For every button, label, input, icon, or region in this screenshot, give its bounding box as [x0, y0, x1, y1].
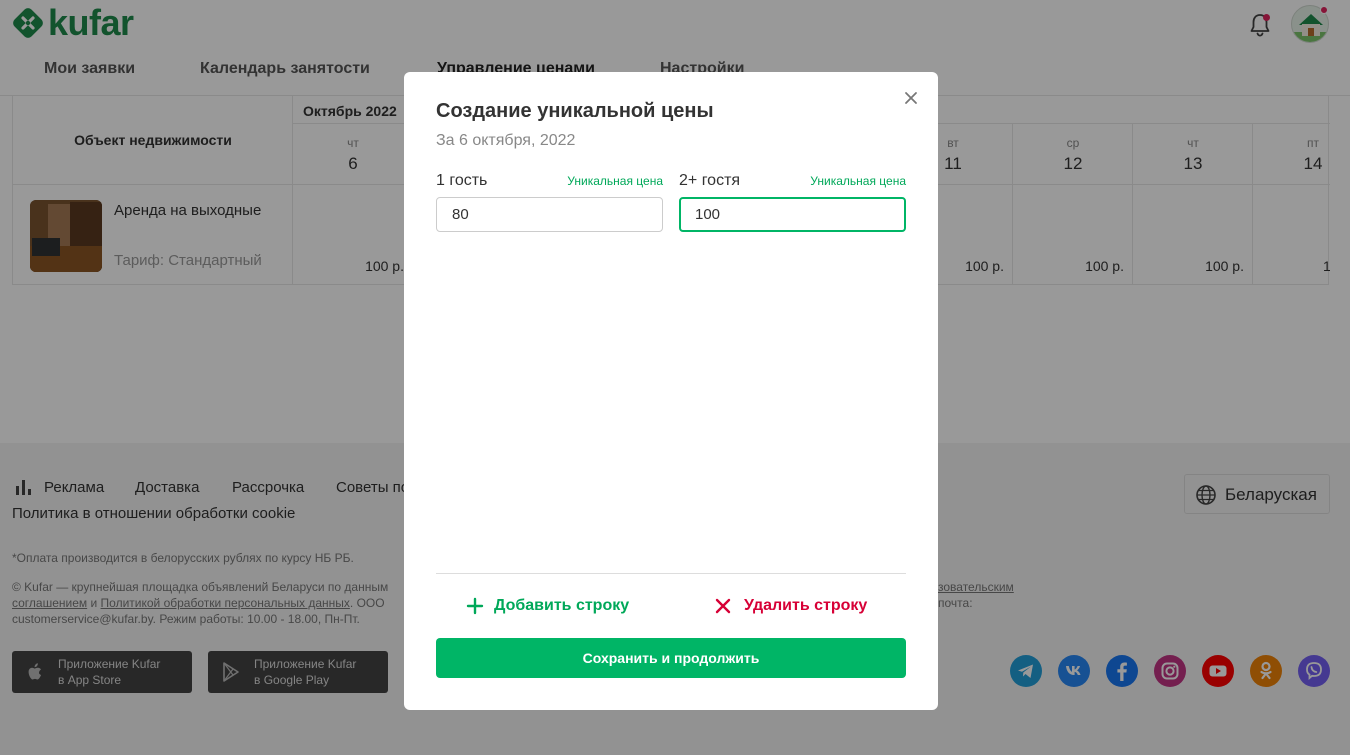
- unique-price-dialog: Создание уникальной цены За 6 октября, 2…: [404, 72, 938, 710]
- save-and-continue-button[interactable]: Сохранить и продолжить: [436, 638, 906, 678]
- delete-row-label: Удалить строку: [744, 597, 868, 614]
- plus-icon: [466, 597, 484, 615]
- add-row-label: Добавить строку: [494, 597, 630, 614]
- dialog-subtitle: За 6 октября, 2022: [436, 132, 576, 149]
- one-guest-label: 1 гость: [436, 172, 488, 189]
- add-row-button[interactable]: Добавить строку: [466, 594, 629, 618]
- divider: [436, 573, 906, 574]
- one-guest-unique-price-hint: Уникальная цена: [567, 174, 663, 188]
- close-x-icon: [715, 598, 731, 614]
- two-plus-guests-unique-price-hint: Уникальная цена: [810, 174, 906, 188]
- delete-row-button[interactable]: Удалить строку: [714, 594, 867, 618]
- two-plus-guests-price-input[interactable]: [679, 197, 906, 232]
- one-guest-price-input[interactable]: [436, 197, 663, 232]
- close-icon[interactable]: [903, 90, 919, 106]
- dialog-title: Создание уникальной цены: [436, 100, 714, 122]
- two-plus-guests-label: 2+ гостя: [679, 172, 741, 189]
